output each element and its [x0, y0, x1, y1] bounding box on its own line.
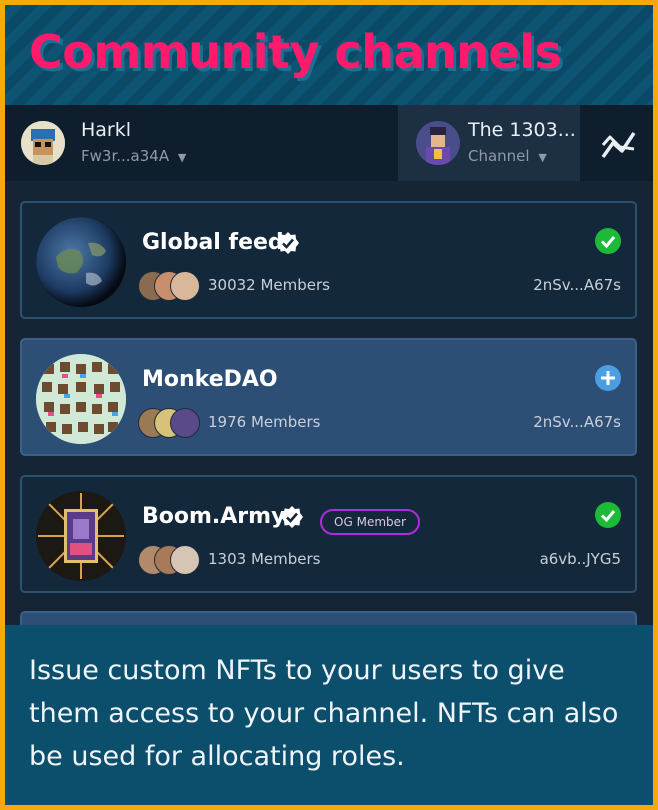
member-count: 30032 Members: [208, 276, 330, 294]
user-avatar: [21, 121, 65, 165]
trending-icon: [601, 132, 636, 159]
user-wallet: Fw3r...a34A ▼: [81, 147, 186, 165]
channel-icon: [36, 217, 126, 307]
channel-icon: [36, 354, 126, 444]
channel-selector[interactable]: The 1303... Channel ▼: [398, 105, 580, 181]
top-bar: Harkl Fw3r...a34A ▼ The 1303... Channel …: [5, 105, 653, 181]
channel-name: The 1303...: [468, 119, 576, 141]
channel-id: 2nSv...A67s: [533, 276, 621, 294]
channel-id: a6vb..JYG5: [539, 550, 621, 568]
wallet-address: Fw3r...a34A: [81, 147, 170, 165]
channel-subtitle: Channel ▼: [468, 147, 547, 165]
channel-icon: [36, 491, 126, 581]
page-title: Community channels: [29, 25, 562, 79]
joined-check-icon[interactable]: [595, 502, 621, 528]
member-count: 1976 Members: [208, 413, 321, 431]
user-name: Harkl: [81, 119, 132, 141]
channel-name: Boom.Army: [142, 504, 286, 529]
verified-icon: [281, 506, 303, 528]
trending-button[interactable]: [580, 105, 653, 181]
description-panel: Issue custom NFTs to your users to give …: [5, 625, 653, 805]
member-count: 1303 Members: [208, 550, 321, 568]
channel-avatar: [416, 121, 460, 165]
channel-card-global-feed[interactable]: Global feed 30032 Members 2nSv...A67s: [20, 201, 637, 319]
channel-id: 2nSv...A67s: [533, 413, 621, 431]
join-plus-icon[interactable]: [595, 365, 621, 391]
chevron-down-icon: ▼: [538, 151, 547, 164]
app-window: Harkl Fw3r...a34A ▼ The 1303... Channel …: [5, 105, 653, 625]
channel-name: Global feed: [142, 230, 284, 255]
user-menu[interactable]: Harkl Fw3r...a34A ▼: [5, 105, 398, 181]
promo-frame: Community channels Harkl Fw3r...a34A ▼ T…: [5, 5, 653, 805]
channel-card-partial[interactable]: [20, 611, 637, 625]
chevron-down-icon: ▼: [177, 151, 187, 164]
description-text: Issue custom NFTs to your users to give …: [29, 655, 619, 772]
verified-icon: [277, 232, 299, 254]
channel-card-boom-army[interactable]: Boom.Army OG Member 1303 Members a6vb..J…: [20, 475, 637, 593]
channel-name: MonkeDAO: [142, 367, 278, 392]
joined-check-icon[interactable]: [595, 228, 621, 254]
channel-subtitle-label: Channel: [468, 147, 530, 165]
og-member-badge: OG Member: [320, 509, 420, 535]
channel-card-monkedao[interactable]: MonkeDAO 1976 Members 2nSv...A67s: [20, 338, 637, 456]
